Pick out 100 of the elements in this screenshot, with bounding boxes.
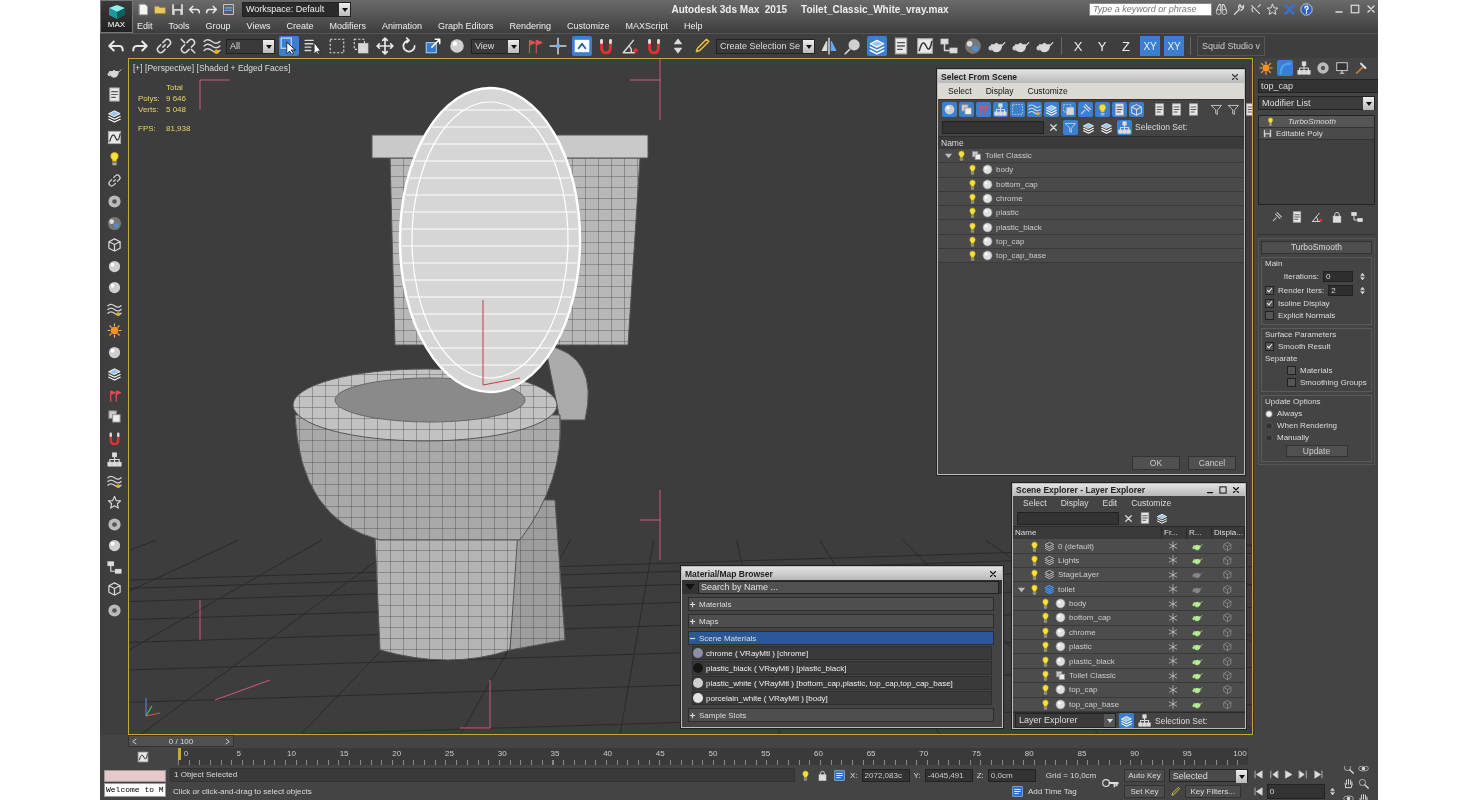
- sphere-icon[interactable]: [1054, 697, 1067, 711]
- magnifier-icon[interactable]: [1356, 776, 1370, 790]
- sphere-icon[interactable]: [981, 192, 994, 206]
- maximize-icon[interactable]: [1348, 2, 1362, 16]
- light-bulb-icon[interactable]: [799, 768, 812, 782]
- radio-button[interactable]: [1265, 421, 1273, 430]
- tree-item[interactable]: bottom_cap: [1069, 613, 1111, 623]
- menu-item[interactable]: Customize: [567, 20, 610, 31]
- sphere-icon[interactable]: [981, 177, 994, 191]
- material-sphere-icon[interactable]: [963, 36, 984, 56]
- disc-icon[interactable]: [105, 601, 123, 619]
- document-list-icon[interactable]: [1112, 101, 1127, 117]
- monitor-icon[interactable]: [1334, 60, 1350, 76]
- light-bulb-icon[interactable]: [966, 220, 979, 234]
- light-bulb-icon[interactable]: [1028, 582, 1041, 596]
- curve-graph-icon[interactable]: [136, 749, 150, 764]
- frame-field[interactable]: 0: [1266, 783, 1325, 799]
- keyboard-toggle-icon[interactable]: [572, 36, 592, 56]
- perspective-viewport[interactable]: [128, 58, 1253, 735]
- sun-icon[interactable]: [1258, 60, 1274, 76]
- coordinate-field[interactable]: 2072,083c: [861, 768, 910, 782]
- binoculars-icon[interactable]: [1214, 1, 1229, 17]
- light-bulb-icon[interactable]: [966, 249, 979, 263]
- sphere-icon[interactable]: [1054, 654, 1067, 668]
- snowflake-icon[interactable]: [1167, 640, 1179, 653]
- magnifier-icon[interactable]: [1341, 766, 1355, 775]
- material-sphere-icon[interactable]: [105, 214, 123, 232]
- menu-item[interactable]: Rendering: [509, 20, 552, 31]
- dialog-button[interactable]: Cancel: [1188, 456, 1236, 470]
- search-field[interactable]: [1017, 511, 1119, 525]
- manipulate-cross-icon[interactable]: [548, 36, 568, 56]
- chain-link-icon[interactable]: [154, 36, 174, 56]
- reference-coordinate-dropdown[interactable]: View: [471, 38, 520, 54]
- move-arrows-icon[interactable]: [375, 36, 395, 56]
- snowflake-icon[interactable]: [1167, 597, 1179, 610]
- star-icon[interactable]: [105, 494, 123, 511]
- document-list-icon[interactable]: [1138, 511, 1152, 526]
- box-outline-icon[interactable]: [1220, 697, 1234, 711]
- axis-constraint-button[interactable]: XY: [1164, 36, 1185, 56]
- layer-stack-icon[interactable]: [1043, 568, 1056, 582]
- sphere-icon[interactable]: [942, 101, 957, 117]
- search-field[interactable]: Type a keyword or phrase: [1089, 2, 1212, 16]
- menu-item[interactable]: Modifiers: [329, 20, 366, 31]
- checkbox[interactable]: [1287, 378, 1296, 387]
- named-selection-dropdown[interactable]: Create Selection Se: [716, 38, 816, 54]
- box-outline-icon[interactable]: [1220, 553, 1234, 567]
- sphere-icon[interactable]: [981, 206, 994, 220]
- tree-item[interactable]: body: [996, 165, 1014, 175]
- snowflake-icon[interactable]: [1167, 540, 1179, 552]
- menu-item[interactable]: Graph Editors: [437, 20, 494, 31]
- sphere-icon[interactable]: [447, 36, 467, 56]
- menu-item[interactable]: Tools: [168, 20, 190, 31]
- tree-item[interactable]: body: [1069, 599, 1087, 609]
- window-crossing-icon[interactable]: [351, 36, 371, 56]
- tree-item[interactable]: top_cap_base: [1069, 699, 1120, 709]
- tree-item[interactable]: Lights: [1058, 555, 1080, 565]
- layers-icon[interactable]: [105, 107, 123, 124]
- checkbox[interactable]: [1265, 342, 1274, 351]
- light-bulb-icon[interactable]: [966, 192, 979, 206]
- hierarchy-icon[interactable]: [993, 101, 1008, 117]
- snowflake-icon[interactable]: [1167, 626, 1179, 639]
- box-outline-icon[interactable]: [1220, 568, 1234, 582]
- tree-item[interactable]: Toilet Classic: [1069, 671, 1116, 680]
- tree-item[interactable]: plastic_black: [996, 222, 1042, 232]
- padlock-icon[interactable]: [816, 768, 829, 782]
- checkbox[interactable]: [1265, 286, 1274, 295]
- snowflake-icon[interactable]: [1167, 683, 1179, 696]
- schematic-icon[interactable]: [939, 36, 960, 56]
- snowflake-icon[interactable]: [1167, 611, 1179, 624]
- group-icon[interactable]: [959, 101, 974, 117]
- layer-stack-icon[interactable]: [1043, 539, 1056, 553]
- light-bulb-icon[interactable]: [1265, 116, 1276, 127]
- light-bulb-icon[interactable]: [1039, 669, 1052, 682]
- tree-item[interactable]: bottom_cap: [996, 179, 1038, 189]
- workspace-dropdown[interactable]: Workspace: Default: [242, 1, 351, 17]
- script-listener-field[interactable]: [104, 769, 166, 782]
- document-list-icon[interactable]: [1169, 101, 1184, 117]
- light-bulb-icon[interactable]: [966, 234, 979, 248]
- section-header[interactable]: Sample Slots: [688, 708, 994, 722]
- snowflake-icon[interactable]: [1167, 655, 1179, 668]
- frame-counter-button[interactable]: 0 / 100: [128, 735, 234, 747]
- expand-toggle-icon[interactable]: [689, 600, 696, 608]
- group-icon[interactable]: [1054, 669, 1067, 682]
- light-bulb-icon[interactable]: [1028, 568, 1041, 582]
- next-frame-icon[interactable]: [1296, 767, 1310, 781]
- box-icon[interactable]: [105, 236, 123, 253]
- close-icon[interactable]: [1230, 484, 1242, 496]
- hand-icon[interactable]: [1356, 791, 1370, 800]
- light-bulb-icon[interactable]: [966, 163, 979, 177]
- spinner-snap-icon[interactable]: [1357, 271, 1368, 282]
- axis-constraint-button[interactable]: Y: [1092, 36, 1113, 56]
- sun-icon[interactable]: [105, 322, 123, 339]
- hierarchy-icon[interactable]: [1296, 60, 1312, 76]
- light-bulb-icon[interactable]: [1039, 640, 1052, 654]
- hierarchy-icon[interactable]: [105, 451, 123, 468]
- radio-button[interactable]: [1265, 409, 1273, 418]
- sphere-icon[interactable]: [1054, 611, 1067, 625]
- wave-icon[interactable]: [1027, 101, 1042, 117]
- layers-icon[interactable]: [105, 365, 123, 382]
- selection-set-label[interactable]: Selection Set:: [1135, 122, 1188, 132]
